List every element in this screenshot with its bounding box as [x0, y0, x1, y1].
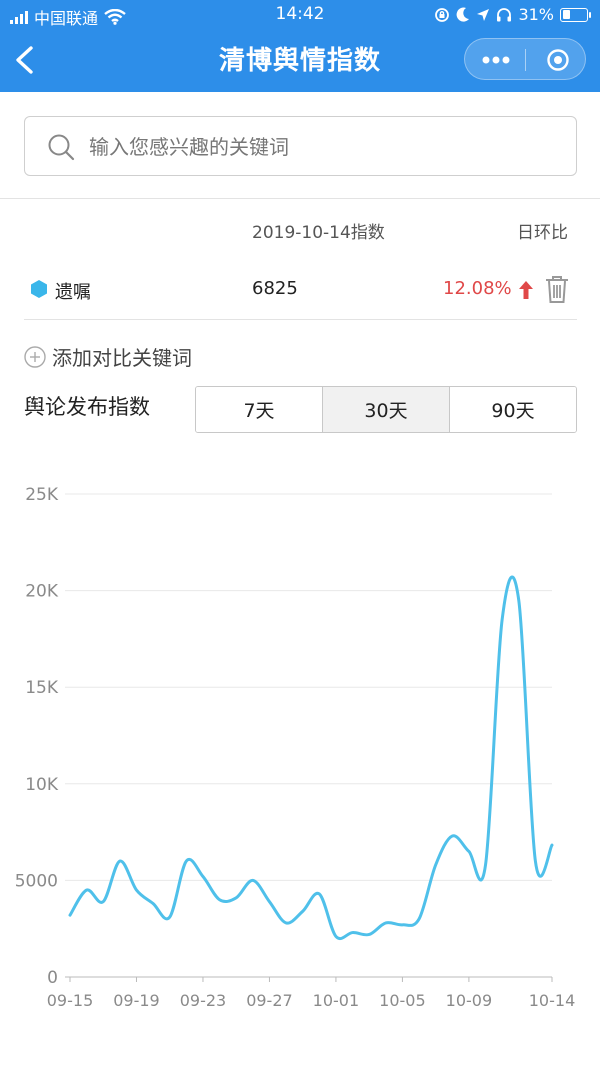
x-tick-label: 10-14 [529, 991, 576, 1010]
battery-icon [560, 7, 591, 22]
keyword-day-ratio: 12.08% [443, 278, 512, 299]
app-header: 中国联通 14:42 31% 清博舆情指数 [0, 0, 600, 92]
y-tick-label: 20K [25, 582, 59, 602]
capsule-divider [525, 49, 526, 71]
headphones-icon [497, 7, 512, 21]
close-target-icon[interactable] [547, 49, 569, 71]
keyword-index-value: 6825 [252, 278, 298, 299]
more-dots-icon[interactable] [481, 55, 511, 65]
x-tick-label: 10-05 [379, 991, 426, 1010]
range-selector: 7天 30天 90天 [195, 386, 577, 433]
y-tick-label: 0 [47, 968, 58, 988]
search-icon [48, 134, 75, 161]
date-index-header: 2019-10-14指数 [252, 223, 385, 243]
range-90-days-button[interactable]: 90天 [450, 387, 576, 432]
add-compare-keyword-button[interactable]: 添加对比关键词 [24, 342, 192, 371]
x-tick-label: 09-23 [180, 991, 227, 1010]
x-tick-label: 10-09 [446, 991, 493, 1010]
keyword-name: 遗嘱 [55, 282, 91, 303]
y-tick-label: 5000 [15, 871, 58, 891]
keyword-hexagon-icon [31, 280, 47, 298]
plus-circle-icon [24, 345, 46, 368]
range-7-days-button[interactable]: 7天 [196, 387, 323, 432]
search-input[interactable] [89, 129, 559, 165]
x-tick-label: 10-01 [313, 991, 360, 1010]
x-tick-label: 09-27 [246, 991, 293, 1010]
row-divider [24, 319, 577, 320]
trash-icon[interactable] [543, 274, 571, 304]
location-icon [477, 8, 490, 21]
moon-icon [457, 7, 470, 22]
battery-fill [562, 10, 570, 19]
publish-index-line-chart: 0 5000 10K 15K 20K 25K 09-15 09-19 09-23 09-27 10-… [15, 485, 576, 1010]
battery-percent: 31% [518, 5, 554, 24]
section-divider [0, 198, 600, 199]
screen-lock-icon [435, 7, 450, 22]
range-30-days-button[interactable]: 30天 [323, 387, 450, 432]
y-tick-label: 10K [25, 775, 59, 795]
x-tick-label: 09-19 [113, 991, 160, 1010]
day-ratio-header: 日环比 [517, 223, 568, 243]
status-right: 31% [434, 5, 591, 24]
arrow-up-icon [519, 281, 533, 299]
search-box[interactable] [24, 116, 577, 176]
publish-index-label: 舆论发布指数 [24, 395, 150, 419]
series-line [68, 575, 554, 941]
status-bar: 中国联通 14:42 31% [0, 0, 600, 30]
mini-program-capsule [464, 38, 586, 80]
add-compare-label: 添加对比关键词 [52, 346, 192, 370]
x-tick-label: 09-15 [47, 991, 94, 1010]
y-tick-label: 15K [25, 678, 59, 698]
y-tick-label: 25K [25, 485, 59, 505]
